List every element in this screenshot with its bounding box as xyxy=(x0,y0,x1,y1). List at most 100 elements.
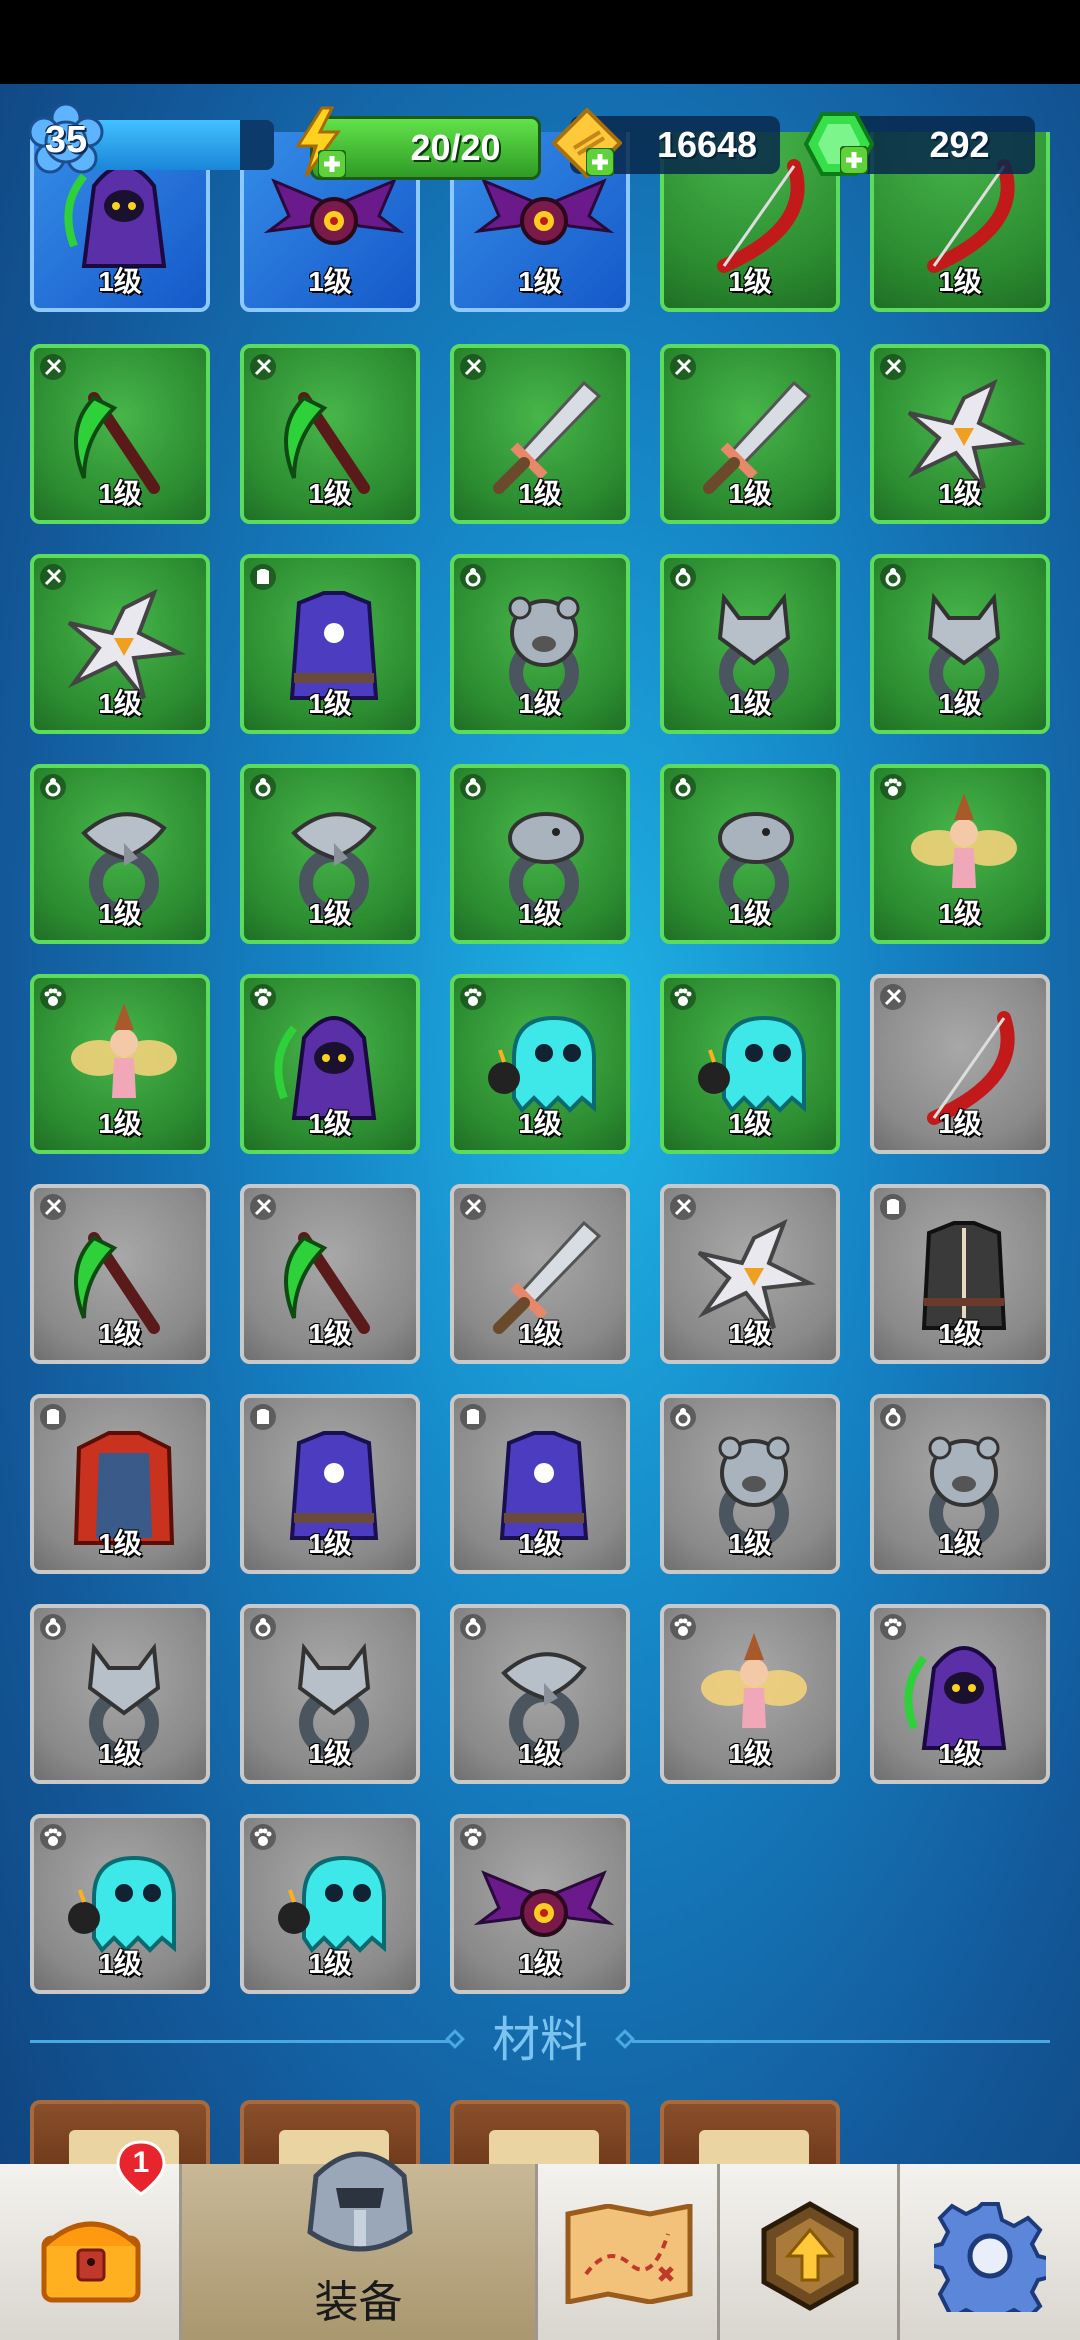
pet-slot-icon xyxy=(38,982,68,1012)
pet-slot-icon xyxy=(668,1612,698,1642)
item-card-red-cloak[interactable]: 1级 xyxy=(30,1394,210,1574)
item-card-purple-robe[interactable]: 1级 xyxy=(450,1394,630,1574)
item-card-fairy-pet[interactable]: 1级 xyxy=(870,764,1050,944)
armor-slot-icon xyxy=(248,562,278,592)
item-level-label: 1级 xyxy=(308,1738,352,1769)
ring-slot-icon xyxy=(38,772,68,802)
item-level-label: 1级 xyxy=(308,1318,352,1349)
weapon-slot-icon xyxy=(248,352,278,382)
item-card-eagle-ring[interactable]: 1级 xyxy=(450,1604,630,1784)
item-level-label: 1级 xyxy=(938,1738,982,1769)
item-card-reaper-pet[interactable]: 1级 xyxy=(240,974,420,1154)
nav-equipment-button[interactable]: 装备 xyxy=(182,2151,538,2340)
item-card-shuriken[interactable]: 1级 xyxy=(660,1184,840,1364)
treasure-chest-icon xyxy=(41,2221,141,2303)
item-level-label: 1级 xyxy=(938,478,982,509)
item-card-serpent-ring[interactable]: 1级 xyxy=(660,764,840,944)
armor-slot-icon xyxy=(878,1192,908,1222)
item-level-label: 1级 xyxy=(308,688,352,719)
item-card-purple-robe[interactable]: 1级 xyxy=(240,554,420,734)
item-level-label: 1级 xyxy=(518,478,562,509)
weapon-slot-icon xyxy=(878,352,908,382)
item-card-bat-pet[interactable]: 1级 xyxy=(450,1814,630,1994)
item-card-reaper-pet[interactable]: 1级 xyxy=(870,1604,1050,1784)
gem-plus-icon[interactable] xyxy=(840,146,868,174)
item-level-label: 1级 xyxy=(308,1108,352,1139)
item-card-ghost-pet[interactable]: 1级 xyxy=(240,1814,420,1994)
weapon-slot-icon xyxy=(668,352,698,382)
item-card-serpent-ring[interactable]: 1级 xyxy=(450,764,630,944)
item-level-label: 1级 xyxy=(938,1108,982,1139)
nav-settings-button[interactable] xyxy=(900,2164,1080,2340)
item-level-label: 1级 xyxy=(938,1318,982,1349)
item-card-shuriken[interactable]: 1级 xyxy=(30,554,210,734)
item-card-ghost-pet[interactable]: 1级 xyxy=(30,1814,210,1994)
material-card[interactable] xyxy=(660,2100,840,2170)
item-card-sword[interactable]: 1级 xyxy=(450,344,630,524)
item-level-label: 1级 xyxy=(728,898,772,929)
item-level-label: 1级 xyxy=(518,1738,562,1769)
item-card-sword[interactable]: 1级 xyxy=(660,344,840,524)
item-card-bear-ring[interactable]: 1级 xyxy=(870,1394,1050,1574)
gear-icon xyxy=(934,2202,1046,2312)
item-card-purple-robe[interactable]: 1级 xyxy=(240,1394,420,1574)
item-card-fairy-pet[interactable]: 1级 xyxy=(30,974,210,1154)
status-bar xyxy=(0,0,1080,84)
item-card-bow[interactable]: 1级 xyxy=(870,974,1050,1154)
item-card-bear-ring[interactable]: 1级 xyxy=(660,1394,840,1574)
gold-plus-icon[interactable] xyxy=(586,148,614,176)
item-card-wolf-ring[interactable]: 1级 xyxy=(30,1604,210,1784)
ring-slot-icon xyxy=(248,1612,278,1642)
item-level-label: 1级 xyxy=(98,1528,142,1559)
item-card-bear-ring[interactable]: 1级 xyxy=(450,554,630,734)
nav-upgrade-button[interactable] xyxy=(720,2164,900,2340)
badge-count: 1 xyxy=(132,2146,150,2179)
item-card-scythe[interactable]: 1级 xyxy=(240,344,420,524)
pet-slot-icon xyxy=(38,1822,68,1852)
xp-bar xyxy=(84,120,274,170)
item-level-label: 1级 xyxy=(308,1528,352,1559)
item-level-label: 1级 xyxy=(938,898,982,929)
armor-slot-icon xyxy=(458,1402,488,1432)
item-card-ghost-pet[interactable]: 1级 xyxy=(660,974,840,1154)
item-level-label: 1级 xyxy=(728,1738,772,1769)
player-level-badge[interactable]: 35 xyxy=(28,102,104,176)
item-card-eagle-ring[interactable]: 1级 xyxy=(30,764,210,944)
item-card-dark-vest[interactable]: 1级 xyxy=(870,1184,1050,1364)
weapon-slot-icon xyxy=(248,1192,278,1222)
item-card-sword[interactable]: 1级 xyxy=(450,1184,630,1364)
item-card-ghost-pet[interactable]: 1级 xyxy=(450,974,630,1154)
notification-badge: 1 xyxy=(116,2140,166,2196)
material-card[interactable] xyxy=(450,2100,630,2170)
ring-slot-icon xyxy=(668,772,698,802)
map-icon xyxy=(565,2204,693,2304)
item-level-label: 1级 xyxy=(98,1738,142,1769)
ring-slot-icon xyxy=(248,772,278,802)
item-card-scythe[interactable]: 1级 xyxy=(30,344,210,524)
weapon-slot-icon xyxy=(38,562,68,592)
upgrade-arrow-icon xyxy=(761,2201,859,2311)
item-level-label: 1级 xyxy=(308,266,352,297)
ring-slot-icon xyxy=(458,562,488,592)
item-card-shuriken[interactable]: 1级 xyxy=(870,344,1050,524)
pet-slot-icon xyxy=(878,1612,908,1642)
ring-slot-icon xyxy=(38,1612,68,1642)
materials-section-header: 材料 xyxy=(30,2010,1050,2070)
item-card-scythe[interactable]: 1级 xyxy=(30,1184,210,1364)
item-level-label: 1级 xyxy=(98,1948,142,1979)
item-level-label: 1级 xyxy=(728,1318,772,1349)
item-level-label: 1级 xyxy=(98,266,142,297)
item-level-label: 1级 xyxy=(728,266,772,297)
nav-map-button[interactable] xyxy=(538,2164,720,2340)
item-card-eagle-ring[interactable]: 1级 xyxy=(240,764,420,944)
item-card-fairy-pet[interactable]: 1级 xyxy=(660,1604,840,1784)
energy-plus-icon[interactable] xyxy=(318,150,346,178)
item-card-scythe[interactable]: 1级 xyxy=(240,1184,420,1364)
item-card-wolf-ring[interactable]: 1级 xyxy=(870,554,1050,734)
item-level-label: 1级 xyxy=(98,1108,142,1139)
pet-slot-icon xyxy=(878,772,908,802)
item-card-wolf-ring[interactable]: 1级 xyxy=(240,1604,420,1784)
pet-slot-icon xyxy=(668,982,698,1012)
item-card-wolf-ring[interactable]: 1级 xyxy=(660,554,840,734)
item-level-label: 1级 xyxy=(938,1528,982,1559)
